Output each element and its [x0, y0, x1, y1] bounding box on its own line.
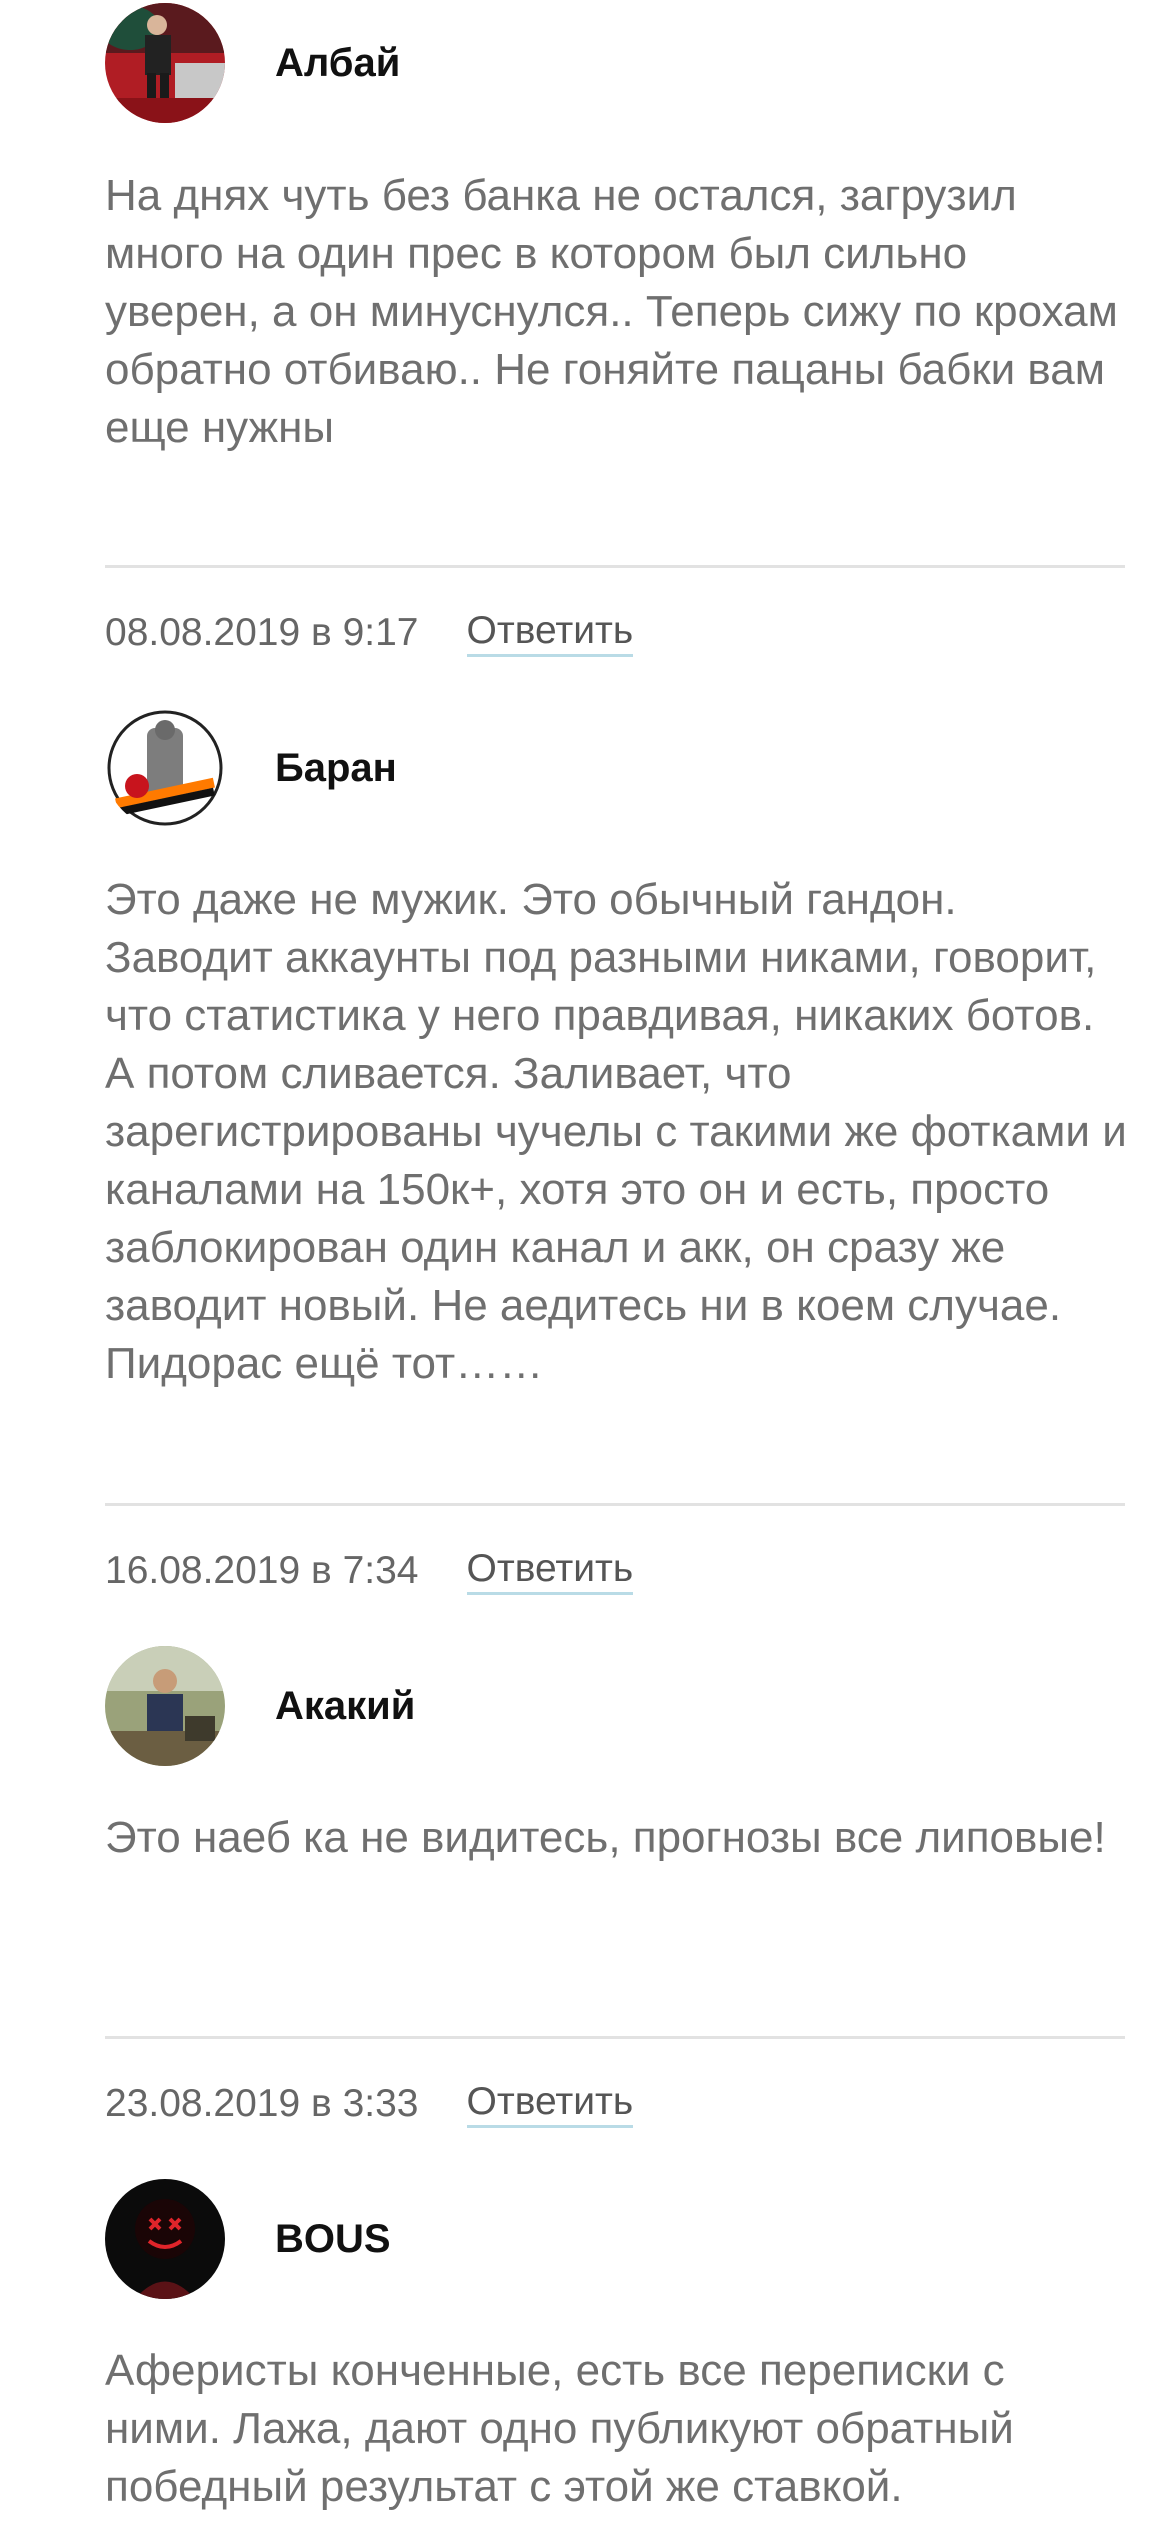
comment-text: Это даже не мужик. Это обычный гандон. З… [105, 875, 1127, 1388]
comment-meta: 16.08.2019 в 7:34 Ответить [105, 1541, 634, 1601]
comment-date: 23.08.2019 в 3:33 [105, 2082, 419, 2125]
comment-text: Аферисты конченные, есть все переписки с… [105, 2346, 1014, 2511]
reply-link[interactable]: Ответить [466, 1547, 634, 1595]
avatar[interactable] [105, 708, 225, 828]
comment-author-row: Баран [105, 708, 397, 828]
reply-link[interactable]: Ответить [466, 2080, 634, 2128]
avatar[interactable] [105, 1646, 225, 1766]
comment-meta: 08.08.2019 в 9:17 Ответить [105, 603, 634, 663]
divider [105, 1503, 1125, 1506]
avatar[interactable] [105, 3, 225, 123]
comment-author-row: Албай [105, 3, 400, 123]
comment-date: 16.08.2019 в 7:34 [105, 1549, 419, 1592]
reply-link[interactable]: Ответить [466, 609, 634, 657]
avatar[interactable] [105, 2179, 225, 2299]
comment-text: На днях чуть без банка не остался, загру… [105, 171, 1118, 452]
comment-date: 08.08.2019 в 9:17 [105, 611, 419, 654]
author-name: Баран [275, 745, 397, 790]
divider [105, 565, 1125, 568]
author-name: Акакий [275, 1683, 416, 1728]
divider [105, 2036, 1125, 2039]
comment-author-row: Акакий [105, 1646, 415, 1766]
comment-author-row: BOUS [105, 2179, 391, 2299]
comment-text: Это наеб ка не видитесь, прогнозы все ли… [105, 1813, 1106, 1862]
comment-meta: 23.08.2019 в 3:33 Ответить [105, 2074, 634, 2134]
author-name: BOUS [275, 2216, 391, 2261]
author-name: Албай [275, 40, 401, 85]
